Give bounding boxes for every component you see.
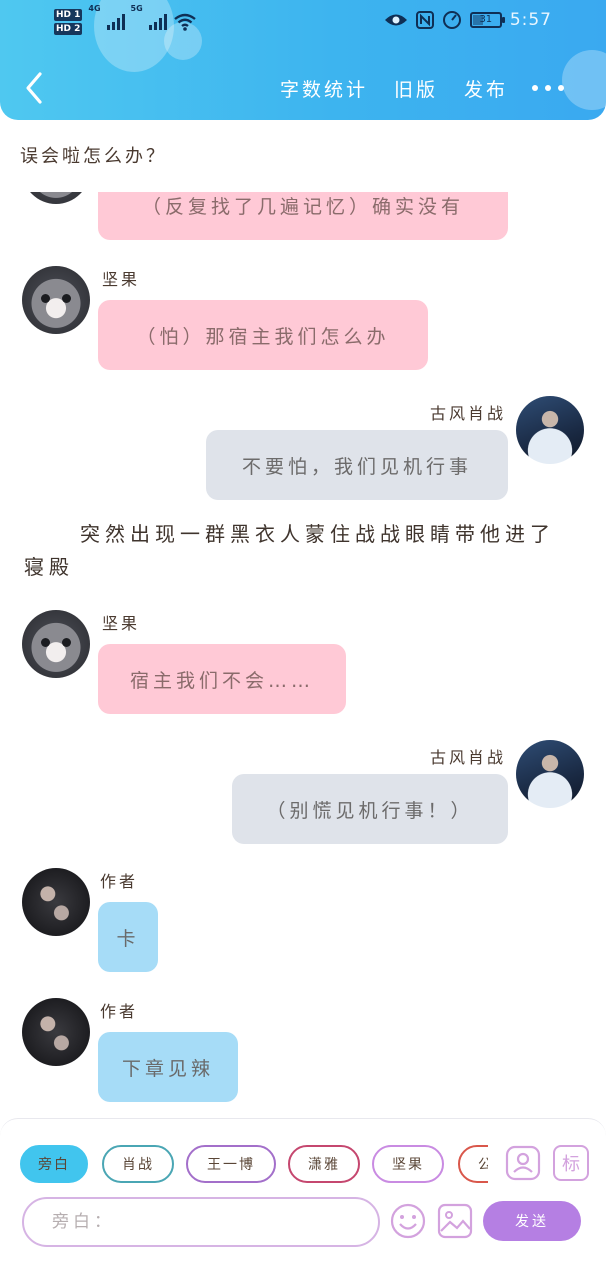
sender-name: 古风肖战 xyxy=(429,748,506,767)
avatar[interactable] xyxy=(22,266,90,334)
image-icon[interactable] xyxy=(437,1203,473,1239)
status-time: 5:57 xyxy=(509,10,552,30)
avatar[interactable] xyxy=(22,868,90,936)
tag-icon-label: 标 xyxy=(562,1154,580,1175)
message-item: 古风肖战 （别慌见机行事！） xyxy=(0,740,606,850)
word-count-button[interactable]: 字数统计 xyxy=(280,75,368,102)
more-options-icon[interactable] xyxy=(532,78,564,98)
message-bubble: 宿主我们不会…… xyxy=(98,644,346,714)
publish-button[interactable]: 发布 xyxy=(464,75,508,102)
message-bubble: 不要怕，我们见机行事 xyxy=(206,430,508,500)
avatar[interactable] xyxy=(516,396,584,464)
message-input[interactable] xyxy=(22,1197,380,1247)
sender-name: 作者 xyxy=(100,1002,139,1021)
hd2-badge: HD 2 xyxy=(54,23,83,35)
chevron-left-icon xyxy=(26,72,42,104)
wifi-icon xyxy=(173,13,196,31)
sender-name: 作者 xyxy=(100,872,139,891)
header-menu: 字数统计 旧版 发布 xyxy=(280,74,508,102)
narration-text: 突然出现一群黑衣人蒙住战战眼睛带他进了寝殿 xyxy=(24,522,555,579)
sender-name: 坚果 xyxy=(102,614,141,633)
signal-icon xyxy=(106,14,125,30)
top-app-bar: HD 1 HD 2 4G 5G 31 5:57 字数统计 旧版 发布 xyxy=(0,0,606,120)
send-button[interactable]: 发送 xyxy=(483,1201,581,1241)
network-type-2: 5G xyxy=(130,4,143,13)
chip-label: 王一博 xyxy=(207,1157,255,1173)
network-type-1: 4G xyxy=(88,4,101,13)
message-bubble: 下章见辣 xyxy=(98,1032,238,1102)
message-item: 作者 下章见辣 xyxy=(0,998,606,1108)
nfc-icon xyxy=(415,11,434,29)
sender-name: 古风肖战 xyxy=(429,404,506,423)
role-chip-more[interactable]: 公 xyxy=(458,1145,488,1183)
message-bubble: （反复找了几遍记忆）确实没有 xyxy=(98,192,508,240)
role-card-icon[interactable] xyxy=(505,1145,541,1181)
chat-scroll-area[interactable]: （反复找了几遍记忆）确实没有 坚果 （怕）那宿主我们怎么办 古风肖战 不要怕，我… xyxy=(0,192,606,1112)
decor-circle xyxy=(562,50,606,110)
message-bubble: （怕）那宿主我们怎么办 xyxy=(98,300,428,370)
message-item: 坚果 （怕）那宿主我们怎么办 xyxy=(0,266,606,376)
chat-text-line: 误会啦怎么办？ xyxy=(20,146,167,167)
battery-icon: 31 xyxy=(469,12,505,28)
sender-name: 坚果 xyxy=(102,270,141,289)
avatar[interactable] xyxy=(22,610,90,678)
chip-label: 潇雅 xyxy=(308,1157,340,1173)
avatar[interactable] xyxy=(516,740,584,808)
avatar[interactable] xyxy=(22,192,90,204)
speedometer-icon xyxy=(442,11,461,29)
signal-icon xyxy=(148,14,167,30)
role-chip-xiaoya[interactable]: 潇雅 xyxy=(288,1145,360,1183)
old-version-button[interactable]: 旧版 xyxy=(394,75,438,102)
chip-label: 肖战 xyxy=(122,1157,154,1173)
smile-icon[interactable] xyxy=(390,1203,426,1239)
role-chip-xiaozhan[interactable]: 肖战 xyxy=(102,1145,174,1183)
battery-level: 31 xyxy=(479,14,493,25)
role-chip-list[interactable]: 旁白 肖战 王一博 潇雅 坚果 公 xyxy=(20,1145,488,1185)
role-chip-narration[interactable]: 旁白 xyxy=(20,1145,88,1183)
chip-label: 旁白 xyxy=(38,1157,70,1173)
role-chip-wangyibo[interactable]: 王一博 xyxy=(186,1145,276,1183)
message-item: 古风肖战 不要怕，我们见机行事 xyxy=(0,396,606,506)
tag-icon[interactable]: 标 xyxy=(553,1145,589,1181)
chip-label: 坚果 xyxy=(392,1157,424,1173)
message-bubble: （别慌见机行事！） xyxy=(232,774,508,844)
avatar[interactable] xyxy=(22,998,90,1066)
message-bubble: 卡 xyxy=(98,902,158,972)
back-button[interactable] xyxy=(18,66,54,110)
status-bar-right: 31 5:57 xyxy=(384,8,552,32)
message-item: 坚果 宿主我们不会…… xyxy=(0,610,606,720)
chip-label: 公 xyxy=(478,1157,488,1173)
hd1-badge: HD 1 xyxy=(54,9,83,21)
message-item: 作者 卡 xyxy=(0,868,606,978)
message-item: （反复找了几遍记忆）确实没有 xyxy=(0,192,606,244)
status-bar-left: HD 1 HD 2 4G 5G xyxy=(54,4,197,40)
input-panel: 旁白 肖战 王一博 潇雅 坚果 公 标 发送 xyxy=(0,1118,606,1280)
eye-icon xyxy=(384,14,407,26)
role-chip-jianguo[interactable]: 坚果 xyxy=(372,1145,444,1183)
